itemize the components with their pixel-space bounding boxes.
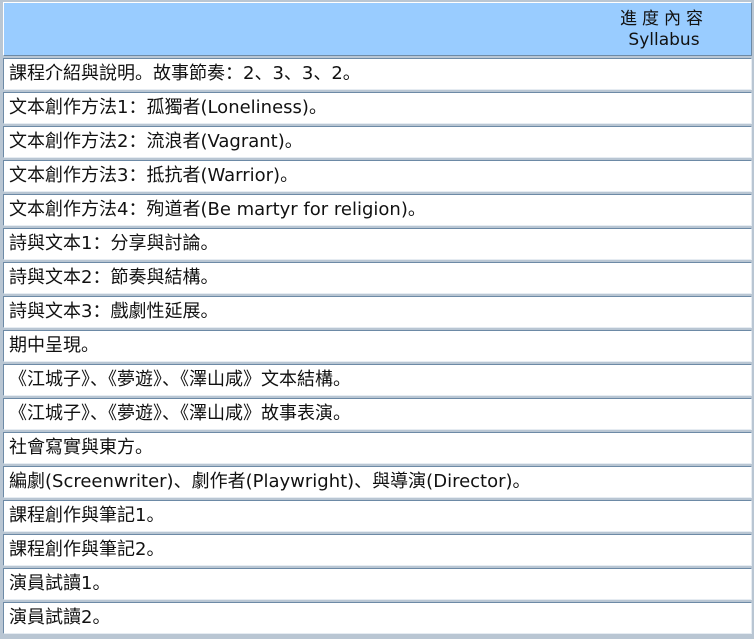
syllabus-row: 《江城子》、《夢遊》、《澤山咸》故事表演。 (3, 398, 752, 430)
syllabus-row: 課程創作與筆記2。 (3, 534, 752, 566)
syllabus-row: 文本創作方法1：孤獨者(Loneliness)。 (3, 92, 752, 124)
syllabus-row: 期中呈現。 (3, 330, 752, 362)
syllabus-row: 課程介紹與說明。故事節奏：2、3、3、2。 (3, 58, 752, 90)
syllabus-row: 文本創作方法2：流浪者(Vagrant)。 (3, 126, 752, 158)
syllabus-row: 社會寫實與東方。 (3, 432, 752, 464)
syllabus-header: 進度內容 Syllabus (3, 2, 752, 56)
syllabus-row: 詩與文本1：分享與討論。 (3, 228, 752, 260)
syllabus-row: 演員試讀2。 (3, 602, 752, 634)
syllabus-row: 演員試讀1。 (3, 568, 752, 600)
syllabus-row: 詩與文本3：戲劇性延展。 (3, 296, 752, 328)
syllabus-row: 《江城子》、《夢遊》、《澤山咸》文本結構。 (3, 364, 752, 396)
syllabus-row: 文本創作方法4：殉道者(Be martyr for religion)。 (3, 194, 752, 226)
header-title-en: Syllabus (628, 30, 700, 50)
syllabus-row: 詩與文本2：節奏與結構。 (3, 262, 752, 294)
syllabus-row: 文本創作方法3：抵抗者(Warrior)。 (3, 160, 752, 192)
header-title-zh: 進度內容 (620, 9, 708, 29)
syllabus-table: 進度內容 Syllabus 課程介紹與說明。故事節奏：2、3、3、2。 文本創作… (0, 0, 754, 639)
syllabus-row: 編劇(Screenwriter)、劇作者(Playwright)、與導演(Dir… (3, 466, 752, 498)
header-title: 進度內容 Syllabus (604, 9, 724, 51)
syllabus-row: 課程創作與筆記1。 (3, 500, 752, 532)
